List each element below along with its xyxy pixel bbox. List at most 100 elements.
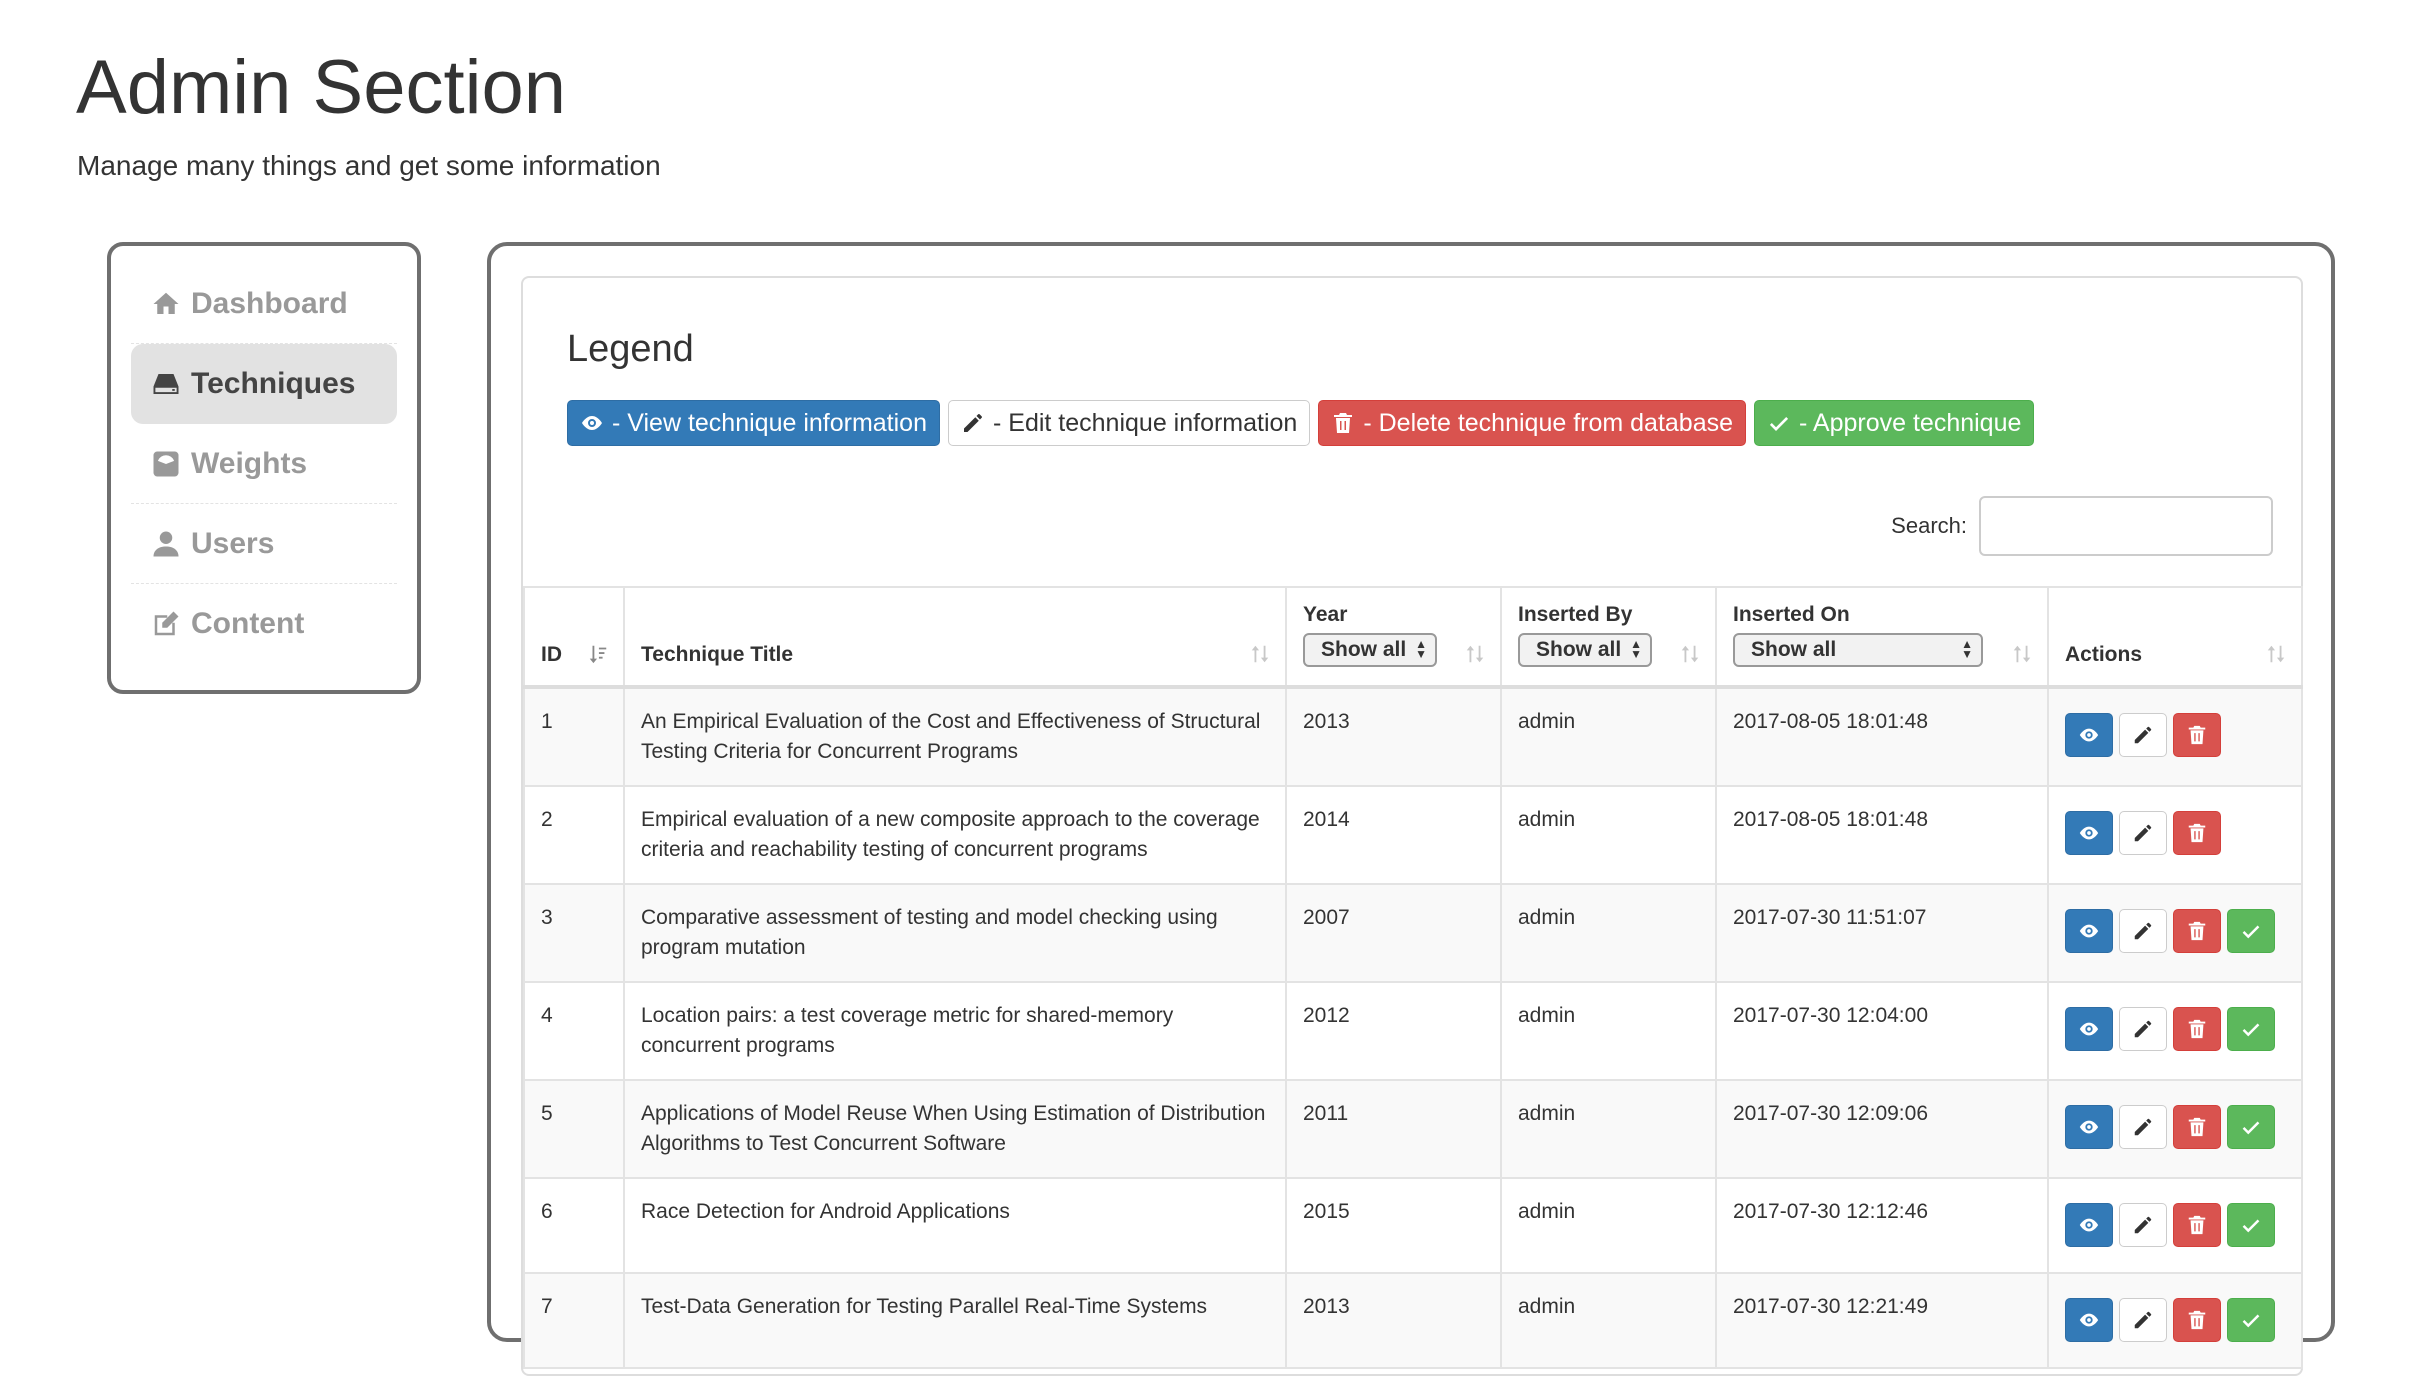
trash-icon bbox=[2188, 1117, 2206, 1137]
legend-approve: - Approve technique bbox=[1754, 400, 2035, 446]
eye-icon bbox=[2079, 826, 2099, 840]
cell-actions bbox=[2047, 883, 2303, 983]
edit-button[interactable] bbox=[2119, 909, 2167, 953]
search-input[interactable] bbox=[1979, 496, 2273, 556]
hdd-icon bbox=[149, 367, 183, 401]
cell-id: 4 bbox=[523, 981, 625, 1081]
sidebar: Dashboard Techniques Weights Users Conte… bbox=[107, 242, 421, 694]
sidebar-item-weights[interactable]: Weights bbox=[131, 424, 397, 504]
cell-title: Race Detection for Android Applications bbox=[623, 1177, 1287, 1274]
column-header-inserted-by[interactable]: Inserted By Show all ▲ ▼ bbox=[1500, 586, 1717, 688]
home-icon bbox=[149, 287, 183, 321]
edit-button[interactable] bbox=[2119, 1007, 2167, 1051]
edit-icon bbox=[149, 607, 183, 641]
column-header-actions[interactable]: Actions bbox=[2047, 586, 2303, 688]
edit-button[interactable] bbox=[2119, 1298, 2167, 1342]
sort-ascending-icon[interactable] bbox=[587, 643, 609, 665]
sidebar-item-label: Users bbox=[191, 526, 275, 560]
eye-icon bbox=[2079, 924, 2099, 938]
table-row: 4 Location pairs: a test coverage metric … bbox=[523, 981, 2303, 1081]
cell-inserted-on: 2017-07-30 12:12:46 bbox=[1715, 1177, 2049, 1274]
view-button[interactable] bbox=[2065, 1007, 2113, 1051]
approve-button[interactable] bbox=[2227, 1203, 2275, 1247]
edit-button[interactable] bbox=[2119, 1105, 2167, 1149]
view-button[interactable] bbox=[2065, 811, 2113, 855]
legend-edit: - Edit technique information bbox=[948, 400, 1311, 446]
cell-id: 6 bbox=[523, 1177, 625, 1274]
cell-inserted-on: 2017-07-30 12:21:49 bbox=[1715, 1272, 2049, 1369]
cell-inserted-by: admin bbox=[1500, 1272, 1717, 1369]
cell-inserted-on: 2017-08-05 18:01:48 bbox=[1715, 686, 2049, 787]
select-arrows-icon: ▲ ▼ bbox=[1415, 637, 1427, 661]
legend: - View technique information - Edit tech… bbox=[567, 400, 2035, 446]
approve-button[interactable] bbox=[2227, 1298, 2275, 1342]
trash-icon bbox=[2188, 1215, 2206, 1235]
delete-button[interactable] bbox=[2173, 811, 2221, 855]
delete-button[interactable] bbox=[2173, 909, 2221, 953]
sort-icon[interactable] bbox=[1249, 643, 1271, 665]
sort-icon[interactable] bbox=[2265, 643, 2287, 665]
delete-button[interactable] bbox=[2173, 1105, 2221, 1149]
pencil-icon bbox=[964, 414, 982, 432]
cell-inserted-by: admin bbox=[1500, 785, 1717, 885]
view-button[interactable] bbox=[2065, 1105, 2113, 1149]
delete-button[interactable] bbox=[2173, 1007, 2221, 1051]
column-header-title[interactable]: Technique Title bbox=[623, 586, 1287, 688]
cell-year: 2015 bbox=[1285, 1177, 1502, 1274]
sidebar-item-label: Weights bbox=[191, 446, 308, 480]
table-row: 7 Test-Data Generation for Testing Parall… bbox=[523, 1272, 2303, 1369]
inserted-by-filter-select[interactable]: Show all ▲ ▼ bbox=[1518, 633, 1652, 667]
cell-id: 2 bbox=[523, 785, 625, 885]
sidebar-item-dashboard[interactable]: Dashboard bbox=[131, 264, 397, 344]
edit-button[interactable] bbox=[2119, 811, 2167, 855]
cell-inserted-on: 2017-07-30 11:51:07 bbox=[1715, 883, 2049, 983]
view-button[interactable] bbox=[2065, 1298, 2113, 1342]
legend-delete-label: - Delete technique from database bbox=[1363, 408, 1734, 437]
check-icon bbox=[2242, 1314, 2260, 1328]
sort-icon[interactable] bbox=[2011, 643, 2033, 665]
legend-delete: - Delete technique from database bbox=[1318, 400, 1747, 446]
sidebar-item-users[interactable]: Users bbox=[131, 504, 397, 584]
eye-icon bbox=[2079, 1218, 2099, 1232]
cell-inserted-on: 2017-07-30 12:04:00 bbox=[1715, 981, 2049, 1081]
view-button[interactable] bbox=[2065, 713, 2113, 757]
view-button[interactable] bbox=[2065, 909, 2113, 953]
scale-icon bbox=[149, 447, 183, 481]
delete-button[interactable] bbox=[2173, 713, 2221, 757]
view-button[interactable] bbox=[2065, 1203, 2113, 1247]
column-header-year[interactable]: Year Show all ▲ ▼ bbox=[1285, 586, 1502, 688]
delete-button[interactable] bbox=[2173, 1298, 2221, 1342]
check-icon bbox=[2242, 1023, 2260, 1037]
sort-icon[interactable] bbox=[1679, 643, 1701, 665]
table-header-row: ID Technique Title Year Show all ▲ ▼ Inser… bbox=[523, 586, 2303, 688]
pencil-icon bbox=[2134, 1118, 2152, 1136]
inserted-on-filter-select[interactable]: Show all ▲ ▼ bbox=[1733, 633, 1983, 667]
approve-button[interactable] bbox=[2227, 1007, 2275, 1051]
cell-id: 1 bbox=[523, 686, 625, 787]
cell-inserted-by: admin bbox=[1500, 1079, 1717, 1179]
cell-inserted-by: admin bbox=[1500, 981, 1717, 1081]
select-arrows-icon: ▲ ▼ bbox=[1961, 637, 1973, 661]
check-icon bbox=[2242, 1219, 2260, 1233]
trash-icon bbox=[2188, 1019, 2206, 1039]
table-row: 6 Race Detection for Android Applications… bbox=[523, 1177, 2303, 1274]
cell-year: 2013 bbox=[1285, 686, 1502, 787]
column-header-id[interactable]: ID bbox=[523, 586, 625, 688]
eye-icon bbox=[582, 416, 602, 430]
approve-button[interactable] bbox=[2227, 909, 2275, 953]
legend-view: - View technique information bbox=[567, 400, 940, 446]
column-header-inserted-on[interactable]: Inserted On Show all ▲ ▼ bbox=[1715, 586, 2049, 688]
approve-button[interactable] bbox=[2227, 1105, 2275, 1149]
table-row: 5 Applications of Model Reuse When Using … bbox=[523, 1079, 2303, 1179]
sidebar-item-techniques[interactable]: Techniques bbox=[131, 344, 397, 424]
cell-inserted-on: 2017-07-30 12:09:06 bbox=[1715, 1079, 2049, 1179]
cell-actions bbox=[2047, 1177, 2303, 1274]
sort-icon[interactable] bbox=[1464, 643, 1486, 665]
pencil-icon bbox=[2134, 824, 2152, 842]
sidebar-item-content[interactable]: Content bbox=[131, 584, 397, 664]
delete-button[interactable] bbox=[2173, 1203, 2221, 1247]
edit-button[interactable] bbox=[2119, 1203, 2167, 1247]
cell-title: Comparative assessment of testing and mo… bbox=[623, 883, 1287, 983]
year-filter-select[interactable]: Show all ▲ ▼ bbox=[1303, 633, 1437, 667]
edit-button[interactable] bbox=[2119, 713, 2167, 757]
